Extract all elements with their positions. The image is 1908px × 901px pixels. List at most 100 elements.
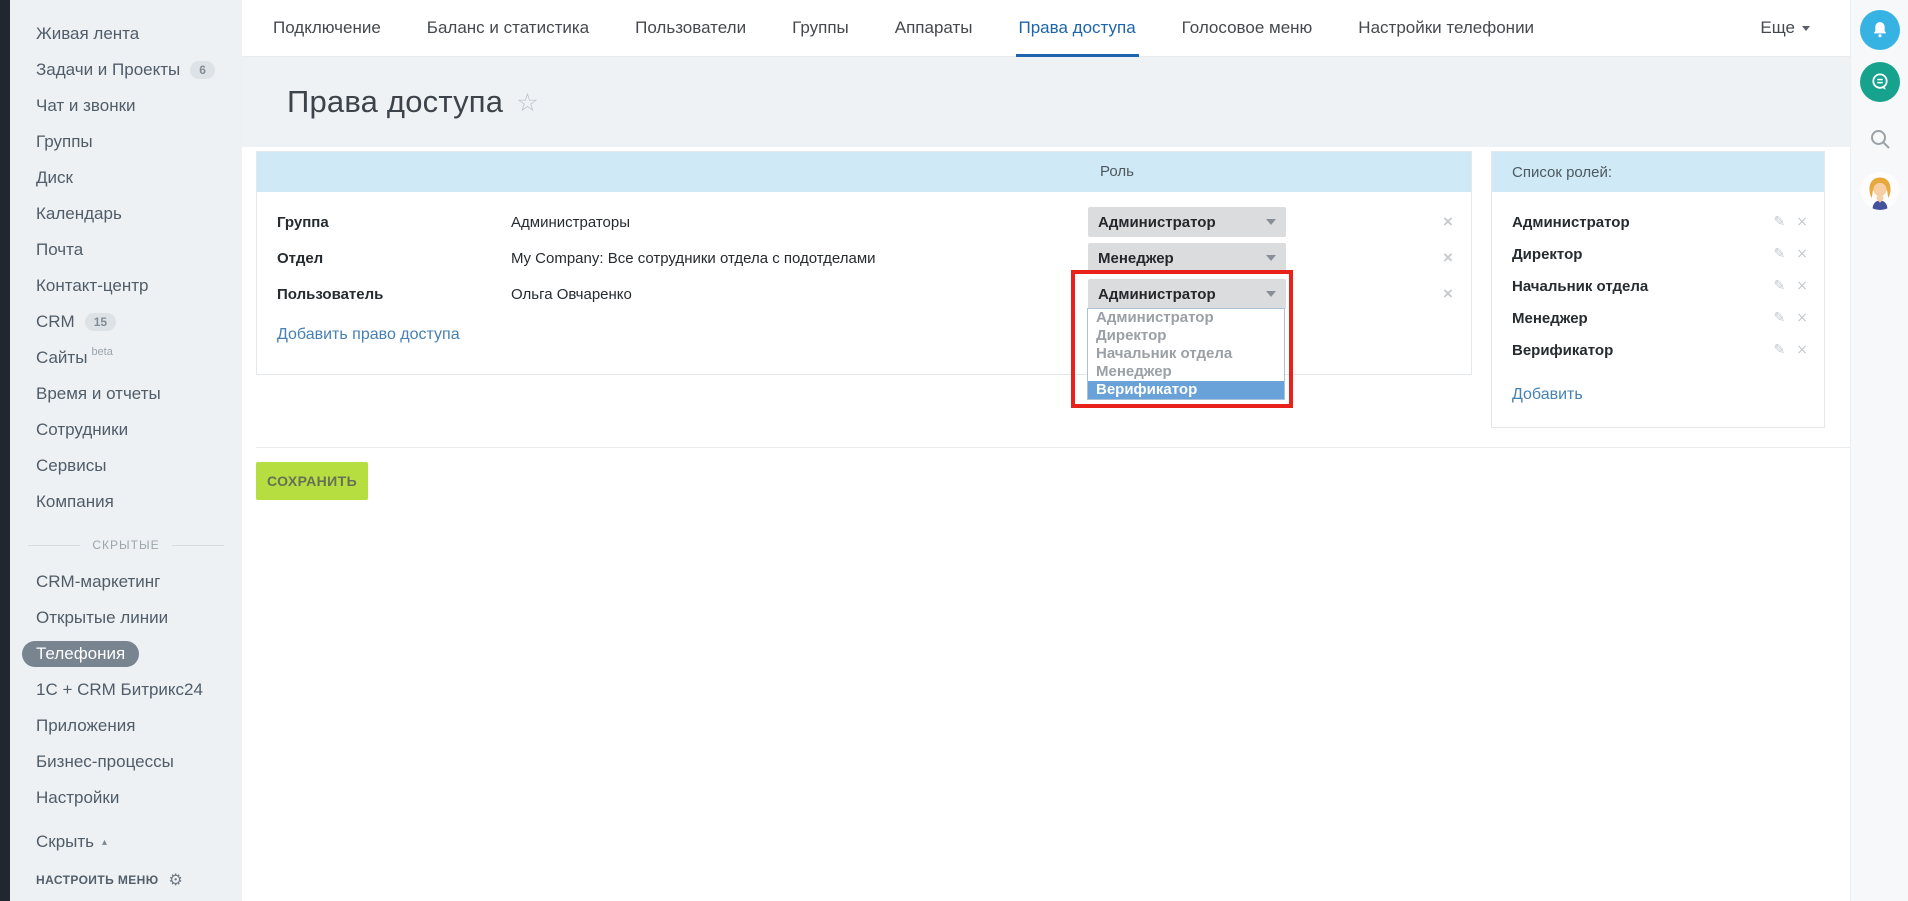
row-object-name: My Company: Все сотрудники отдела с подо… xyxy=(511,250,876,267)
sidebar-item-one-c-crm-bitrix24[interactable]: 1С + CRM Битрикс24 xyxy=(10,672,242,708)
dropdown-option[interactable]: Начальник отдела xyxy=(1088,345,1284,363)
sidebar-item-sites[interactable]: Сайтыbeta xyxy=(10,340,242,376)
role-cell: Администратор xyxy=(1088,207,1286,237)
sidebar-item-calendar[interactable]: Календарь xyxy=(10,196,242,232)
role-list-item: Начальник отдела✎ × xyxy=(1512,270,1808,302)
sidebar-item-label: Компания xyxy=(36,492,114,512)
sidebar-item-chat-calls[interactable]: Чат и звонки xyxy=(10,88,242,124)
delete-row-icon[interactable]: × xyxy=(1443,204,1453,240)
delete-row-icon[interactable]: × xyxy=(1443,240,1453,276)
user-avatar[interactable] xyxy=(1861,172,1899,210)
role-select-value: Менеджер xyxy=(1098,250,1266,267)
row-type-label: Группа xyxy=(257,214,511,231)
table-body: ГруппаАдминистраторыАдминистратор×ОтделM… xyxy=(257,192,1471,312)
role-list-item: Менеджер✎× xyxy=(1512,302,1808,334)
tab-access-rights[interactable]: Права доступа xyxy=(996,0,1159,56)
delete-role-icon[interactable]: × xyxy=(1796,246,1808,262)
hidden-section-divider: СКРЫТЫЕ xyxy=(10,530,242,560)
edit-role-icon[interactable]: ✎ xyxy=(1774,278,1786,294)
role-select[interactable]: Администратор xyxy=(1088,207,1286,237)
sidebar-item-drive[interactable]: Диск xyxy=(10,160,242,196)
sidebar-item-label: Настройки xyxy=(36,788,119,808)
sidebar-item-tasks-projects[interactable]: Задачи и Проекты6 xyxy=(10,52,242,88)
add-role-link[interactable]: Добавить xyxy=(1512,386,1583,404)
dropdown-option[interactable]: Верификатор xyxy=(1088,381,1284,399)
tab-telephony-settings[interactable]: Настройки телефонии xyxy=(1335,0,1557,56)
sidebar-item-settings[interactable]: Настройки xyxy=(10,780,242,816)
delete-role-icon[interactable]: × xyxy=(1796,310,1808,326)
delete-role-icon[interactable]: × xyxy=(1796,278,1808,294)
sidebar-item-crm-marketing[interactable]: CRM-маркетинг xyxy=(10,564,242,600)
edit-role-icon[interactable]: ✎ xyxy=(1774,310,1786,326)
sidebar-item-label: Бизнес-процессы xyxy=(36,752,174,772)
sidebar-item-label: Живая лента xyxy=(36,24,139,44)
sidebar-item-services[interactable]: Сервисы xyxy=(10,448,242,484)
chat-button[interactable] xyxy=(1860,62,1900,102)
chevron-down-icon xyxy=(1802,26,1810,31)
beta-label: beta xyxy=(91,346,112,358)
role-select[interactable]: Администратор xyxy=(1088,279,1286,309)
sidebar-item-label: Контакт-центр xyxy=(36,276,149,296)
dropdown-option[interactable]: Директор xyxy=(1088,327,1284,345)
collapse-arrow-icon: ▴ xyxy=(102,837,107,848)
tab-voice-menu[interactable]: Голосовое меню xyxy=(1159,0,1336,56)
role-select[interactable]: Менеджер xyxy=(1088,243,1286,273)
notifications-button[interactable] xyxy=(1860,10,1900,50)
sidebar-item-open-lines[interactable]: Открытые линии xyxy=(10,600,242,636)
edit-role-icon[interactable]: ✎ xyxy=(1774,342,1786,358)
row-type-label: Отдел xyxy=(257,250,511,267)
sidebar-item-label: Сотрудники xyxy=(36,420,128,440)
role-name: Директор xyxy=(1512,246,1774,263)
sidebar-item-time-reports[interactable]: Время и отчеты xyxy=(10,376,242,412)
dropdown-option[interactable]: Администратор xyxy=(1088,309,1284,327)
sidebar-item-crm[interactable]: CRM15 xyxy=(10,304,242,340)
sidebar-item-label: Календарь xyxy=(36,204,122,224)
dropdown-option[interactable]: Менеджер xyxy=(1088,363,1284,381)
configure-menu-button[interactable]: НАСТРОИТЬ МЕНЮ ⚙ xyxy=(36,870,183,889)
save-button[interactable]: СОХРАНИТЬ xyxy=(256,462,368,500)
divider-line xyxy=(172,545,224,546)
sidebar-item-label: 1С + CRM Битрикс24 xyxy=(36,680,203,700)
tab-devices[interactable]: Аппараты xyxy=(872,0,996,56)
tab-connection[interactable]: Подключение xyxy=(250,0,404,56)
role-name: Начальник отдела xyxy=(1512,278,1774,295)
role-cell: Администратор xyxy=(1088,279,1286,309)
delete-role-icon[interactable]: × xyxy=(1796,214,1808,230)
favorite-star-icon[interactable]: ☆ xyxy=(516,88,538,117)
sidebar-item-mail[interactable]: Почта xyxy=(10,232,242,268)
edit-role-icon[interactable]: ✎ xyxy=(1774,246,1786,262)
tab-balance-statistics[interactable]: Баланс и статистика xyxy=(404,0,612,56)
sidebar-item-label: CRM-маркетинг xyxy=(36,572,160,592)
row-object-name: Ольга Овчаренко xyxy=(511,286,632,303)
sidebar-item-business-processes[interactable]: Бизнес-процессы xyxy=(10,744,242,780)
sidebar-item-employees[interactable]: Сотрудники xyxy=(10,412,242,448)
sidebar-collapse-button[interactable]: Скрыть ▴ xyxy=(10,824,242,860)
sidebar-item-label: Задачи и Проекты xyxy=(36,60,180,80)
edit-role-icon[interactable]: ✎ xyxy=(1774,214,1786,230)
sidebar-item-telephony[interactable]: Телефония xyxy=(10,636,242,672)
avatar-image xyxy=(1861,172,1899,210)
role-list-item: Администратор✎× xyxy=(1512,206,1808,238)
delete-role-icon[interactable]: × xyxy=(1796,342,1808,358)
sidebar-item-contact-center[interactable]: Контакт-центр xyxy=(10,268,242,304)
delete-row-icon[interactable]: × xyxy=(1443,276,1453,312)
sidebar-item-company[interactable]: Компания xyxy=(10,484,242,520)
tab-users[interactable]: Пользователи xyxy=(612,0,769,56)
collapse-label: Скрыть xyxy=(36,832,94,852)
sidebar-item-label: CRM xyxy=(36,312,75,332)
sidebar-item-live-feed[interactable]: Живая лента xyxy=(10,16,242,52)
role-list-item: Верификатор✎× xyxy=(1512,334,1808,366)
sidebar-item-groups[interactable]: Группы xyxy=(10,124,242,160)
page-title: Права доступа xyxy=(287,84,503,120)
more-tabs-button[interactable]: Еще xyxy=(1760,0,1810,56)
sidebar-item-label: Время и отчеты xyxy=(36,384,161,404)
sidebar-item-label: Чат и звонки xyxy=(36,96,136,116)
role-actions: ✎× xyxy=(1774,342,1808,358)
search-button[interactable] xyxy=(1865,124,1895,154)
sidebar-item-apps[interactable]: Приложения xyxy=(10,708,242,744)
add-access-right-link[interactable]: Добавить право доступа xyxy=(277,326,460,344)
page-header: Права доступа ☆ xyxy=(242,57,1850,147)
tab-groups[interactable]: Группы xyxy=(769,0,872,56)
sidebar-item-label: Группы xyxy=(36,132,93,152)
left-edge-strip xyxy=(0,0,10,901)
